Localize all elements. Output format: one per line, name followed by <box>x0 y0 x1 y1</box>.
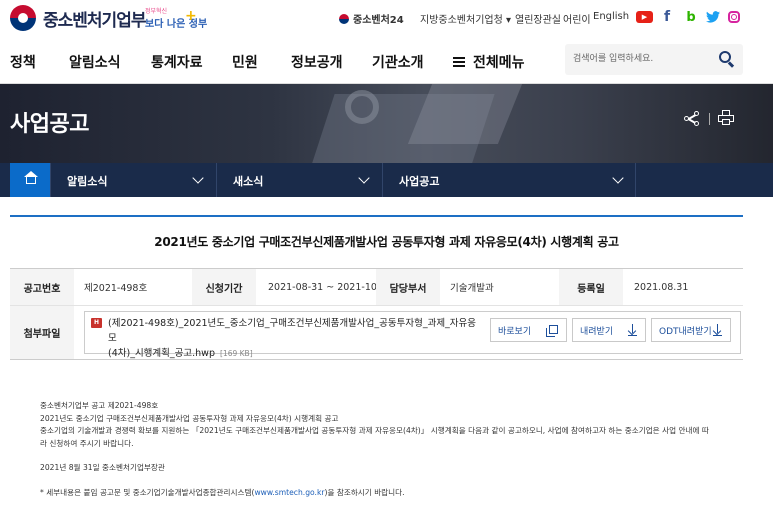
attachment-box: H (제2021-498호)_2021년도_중소기업_구매조건부신제품개발사업_… <box>84 311 741 359</box>
download-icon <box>627 324 637 337</box>
chevron-down-icon <box>612 172 624 184</box>
breadcrumb-label: 알림소식 <box>67 175 108 188</box>
slogan-plus-icon: + <box>185 8 197 24</box>
label-attach: 첨부파일 <box>10 306 74 359</box>
site24-link[interactable]: 중소벤처24 <box>339 11 404 26</box>
twitter-icon[interactable] <box>705 9 721 25</box>
hwp-file-icon: H <box>91 318 102 328</box>
page-hero-banner: 사업공고 <box>0 84 773 163</box>
body-note: * 세부내용은 붙임 공고문 및 중소기업기술개발사업종합관리시스템(www.s… <box>40 487 712 500</box>
notice-body: 중소벤처기업부 공고 제2021-498호 2021년도 중소기업 구매조건부신… <box>40 400 712 499</box>
breadcrumb-item-business[interactable]: 사업공고 <box>382 163 636 197</box>
body-line: 중소벤처기업부 공고 제2021-498호 <box>40 401 159 410</box>
search-icon[interactable] <box>719 51 735 68</box>
facebook-icon[interactable]: f <box>659 9 675 25</box>
page-title: 사업공고 <box>10 112 89 137</box>
blog-icon[interactable]: b <box>683 9 699 25</box>
value-period: 2021-08-31 ~ 2021-10-07 <box>268 281 393 293</box>
kids-link[interactable]: 어린이 <box>563 11 591 26</box>
search-input[interactable] <box>573 50 713 68</box>
value-number: 제2021-498호 <box>84 283 148 294</box>
hamburger-icon <box>453 57 465 67</box>
breadcrumb-label: 새소식 <box>233 175 264 188</box>
note-suffix: )을 참조하시기 바랍니다. <box>324 487 405 497</box>
title-top-border <box>10 215 743 217</box>
view-button-label: 바로보기 <box>498 326 532 337</box>
government-emblem-icon <box>10 5 36 31</box>
label-number: 공고번호 <box>10 269 74 305</box>
info-row: 공고번호 제2021-498호 신청기간 2021-08-31 ~ 2021-1… <box>10 269 743 306</box>
home-icon[interactable] <box>10 163 50 197</box>
smtech-link[interactable]: www.smtech.go.kr <box>254 488 324 497</box>
breadcrumb: 알림소식 새소식 사업공고 <box>0 163 773 197</box>
instagram-icon[interactable] <box>728 11 740 23</box>
mini-emblem-icon <box>339 13 349 24</box>
ministry-logo[interactable]: 중소벤처기업부 <box>10 5 146 31</box>
logo-text: 중소벤처기업부 <box>43 10 146 31</box>
gnb-item-news[interactable]: 알림소식 <box>69 52 121 72</box>
top-utility-bar: 중소벤처기업부 정부혁신 보다 나은 정부 + 중소벤처24 지방중소벤처기업청… <box>0 0 773 36</box>
slogan-main: 보다 나은 정부 <box>145 19 208 30</box>
download-icon <box>712 324 722 337</box>
value-date: 2021.08.31 <box>634 281 689 293</box>
share-icon[interactable] <box>684 111 700 127</box>
slogan-small: 정부혁신 <box>145 8 168 15</box>
notice-title: 2021년도 중소기업 구매조건부신제품개발사업 공동투자형 과제 자유응모(4… <box>154 235 619 249</box>
gnb-item-about[interactable]: 기관소개 <box>372 52 424 72</box>
value-dept: 기술개발과 <box>450 283 494 294</box>
odt-download-button[interactable]: ODT내려받기 <box>651 318 731 342</box>
search-box <box>565 44 743 75</box>
gnb-item-statistics[interactable]: 통계자료 <box>151 52 203 72</box>
label-dept: 담당부서 <box>376 269 440 305</box>
all-menu-button[interactable]: 전체메뉴 <box>453 52 525 72</box>
government-innovation-slogan: 정부혁신 보다 나은 정부 + <box>145 6 207 30</box>
breadcrumb-item-news[interactable]: 알림소식 <box>50 163 216 197</box>
file-name-line1: (제2021-498호)_2021년도_중소기업_구매조건부신제품개발사업_공동… <box>108 318 477 344</box>
global-navigation: 정책 알림소식 통계자료 민원 정보공개 기관소개 전체메뉴 <box>0 36 773 84</box>
site24-label: 중소벤처24 <box>353 15 404 26</box>
file-size: [169 KB] <box>220 349 253 358</box>
open-minister-office-link[interactable]: 열린장관실 <box>515 11 561 26</box>
label-period: 신청기간 <box>192 269 256 305</box>
body-line: 2021년도 중소기업 구매조건부신제품개발사업 공동투자형 과제 자유응모(4… <box>40 413 339 423</box>
chevron-down-icon <box>192 172 204 184</box>
gnb-item-civil[interactable]: 민원 <box>232 52 258 72</box>
body-line: 중소기업의 기술개발과 경쟁력 확보를 지원하는 「2021년도 구매조건부신제… <box>40 426 709 448</box>
all-menu-label: 전체메뉴 <box>473 55 525 71</box>
breadcrumb-item-latest[interactable]: 새소식 <box>216 163 382 197</box>
chevron-down-icon <box>358 172 370 184</box>
breadcrumb-label: 사업공고 <box>399 175 440 188</box>
preview-icon <box>546 325 558 337</box>
odt-button-label: ODT내려받기 <box>659 326 712 337</box>
gnb-item-disclosure[interactable]: 정보공개 <box>291 52 343 72</box>
notice-info-table: 공고번호 제2021-498호 신청기간 2021-08-31 ~ 2021-1… <box>10 268 743 360</box>
download-button-label: 내려받기 <box>580 326 614 337</box>
youtube-icon[interactable]: ▶ <box>636 11 653 23</box>
gnb-item-policy[interactable]: 정책 <box>10 52 36 72</box>
download-button[interactable]: 내려받기 <box>572 318 646 342</box>
info-row: 첨부파일 H (제2021-498호)_2021년도_중소기업_구매조건부신제품… <box>10 306 743 360</box>
view-button[interactable]: 바로보기 <box>490 318 567 342</box>
regional-office-dropdown[interactable]: 지방중소벤처기업청 ▾ <box>420 11 511 26</box>
hero-divider <box>709 113 710 125</box>
print-icon[interactable] <box>718 110 734 126</box>
body-date-line: 2021년 8월 31일 중소벤처기업부장관 <box>40 463 165 472</box>
attachment-file-name[interactable]: (제2021-498호)_2021년도_중소기업_구매조건부신제품개발사업_공동… <box>108 316 478 361</box>
file-name-line2: (4차)_시행계획_공고.hwp <box>108 348 215 359</box>
english-link[interactable]: English <box>593 11 629 22</box>
note-prefix: * 세부내용은 붙임 공고문 및 중소기업기술개발사업종합관리시스템( <box>40 487 255 497</box>
label-date: 등록일 <box>559 269 623 305</box>
